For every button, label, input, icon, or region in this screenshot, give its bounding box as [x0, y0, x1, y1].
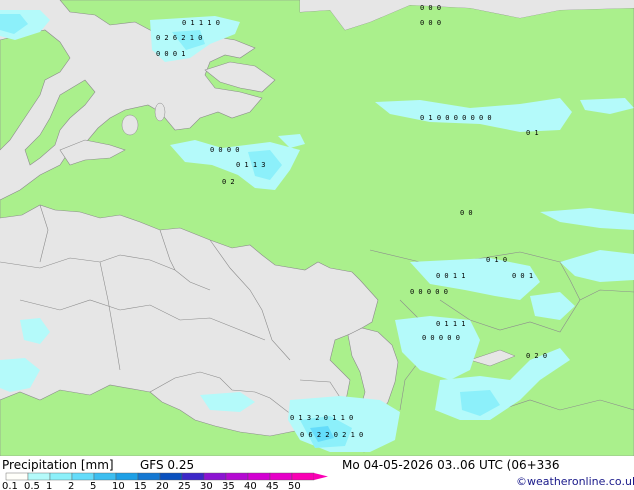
color-legend: [5, 472, 328, 481]
legend-tick-label: 2: [68, 481, 74, 490]
grid-value: 0 0 1: [512, 272, 533, 280]
legend-tick-label: 35: [222, 481, 235, 490]
legend-swatch: [159, 472, 183, 481]
lake-ladoga: [121, 114, 139, 136]
valid-time: Mo 04-05-2026 03..06 UTC (06+336: [342, 458, 560, 472]
legend-swatch: [137, 472, 161, 481]
lake-onega: [154, 102, 166, 122]
grid-value: 0 1 1 3: [236, 161, 266, 169]
legend-swatch: [269, 472, 293, 481]
grid-value: 0 2: [222, 178, 235, 186]
legend-swatch: [247, 472, 271, 481]
legend-tick-label: 1: [46, 481, 52, 490]
legend-swatch: [27, 472, 51, 481]
precipitation-map: 0 1 1 1 0 0 2 6 2 1 0 0 0 0 1 0 0 0 0 0 …: [0, 0, 634, 490]
credit-link[interactable]: ©weatheronline.co.uk: [516, 475, 634, 488]
legend-tick-label: 10: [112, 481, 125, 490]
legend-swatch: [115, 472, 139, 481]
legend-swatch: [49, 472, 73, 481]
grid-value: 0 1: [526, 129, 539, 137]
grid-value: 0 2 0: [526, 352, 547, 360]
grid-value: 0 0 0 0: [210, 146, 240, 154]
legend-tick-label: 45: [266, 481, 279, 490]
legend-swatch: [203, 472, 227, 481]
legend-swatch: [225, 472, 249, 481]
legend-tick-label: 5: [90, 481, 96, 490]
grid-value: 0 0 0: [420, 19, 441, 27]
legend-swatch: [291, 472, 315, 481]
legend-title: Precipitation [mm]: [2, 458, 114, 472]
legend-tick-label: 30: [200, 481, 213, 490]
legend-tick-label: 15: [134, 481, 147, 490]
model-name: GFS 0.25: [140, 458, 194, 472]
grid-value: 0 6 2 2 0 2 1 0: [300, 431, 363, 439]
legend-tick-label: 40: [244, 481, 257, 490]
legend-tick-label: 0.5: [24, 481, 40, 490]
grid-value: 0 1 3 2 0 1 1 0: [290, 414, 353, 422]
grid-value: 0 0: [460, 209, 473, 217]
grid-value: 0 0 1 1: [436, 272, 466, 280]
legend-swatch: [71, 472, 95, 481]
grid-value: 0 1 1 1 0: [182, 19, 220, 27]
grid-value: 0 1 1 1: [436, 320, 466, 328]
grid-value: 0 0 0: [420, 4, 441, 12]
grid-value: 0 1 0: [486, 256, 507, 264]
legend-tick-label: 20: [156, 481, 169, 490]
grid-value: 0 2 6 2 1 0: [156, 34, 202, 42]
legend-tick-label: 0.1: [2, 481, 18, 490]
legend-tick-label: 25: [178, 481, 191, 490]
grid-value: 0 0 0 1: [156, 50, 186, 58]
grid-value: 0 1 0 0 0 0 0 0 0: [420, 114, 492, 122]
grid-value: 0 0 0 0 0: [410, 288, 448, 296]
map-canvas: 0 1 1 1 0 0 2 6 2 1 0 0 0 0 1 0 0 0 0 0 …: [0, 0, 634, 490]
legend-swatch: [181, 472, 205, 481]
legend-tick-label: 50: [288, 481, 301, 490]
grid-value: 0 0 0 0 0: [422, 334, 460, 342]
legend-swatch: [5, 472, 29, 481]
legend-swatch: [93, 472, 117, 481]
